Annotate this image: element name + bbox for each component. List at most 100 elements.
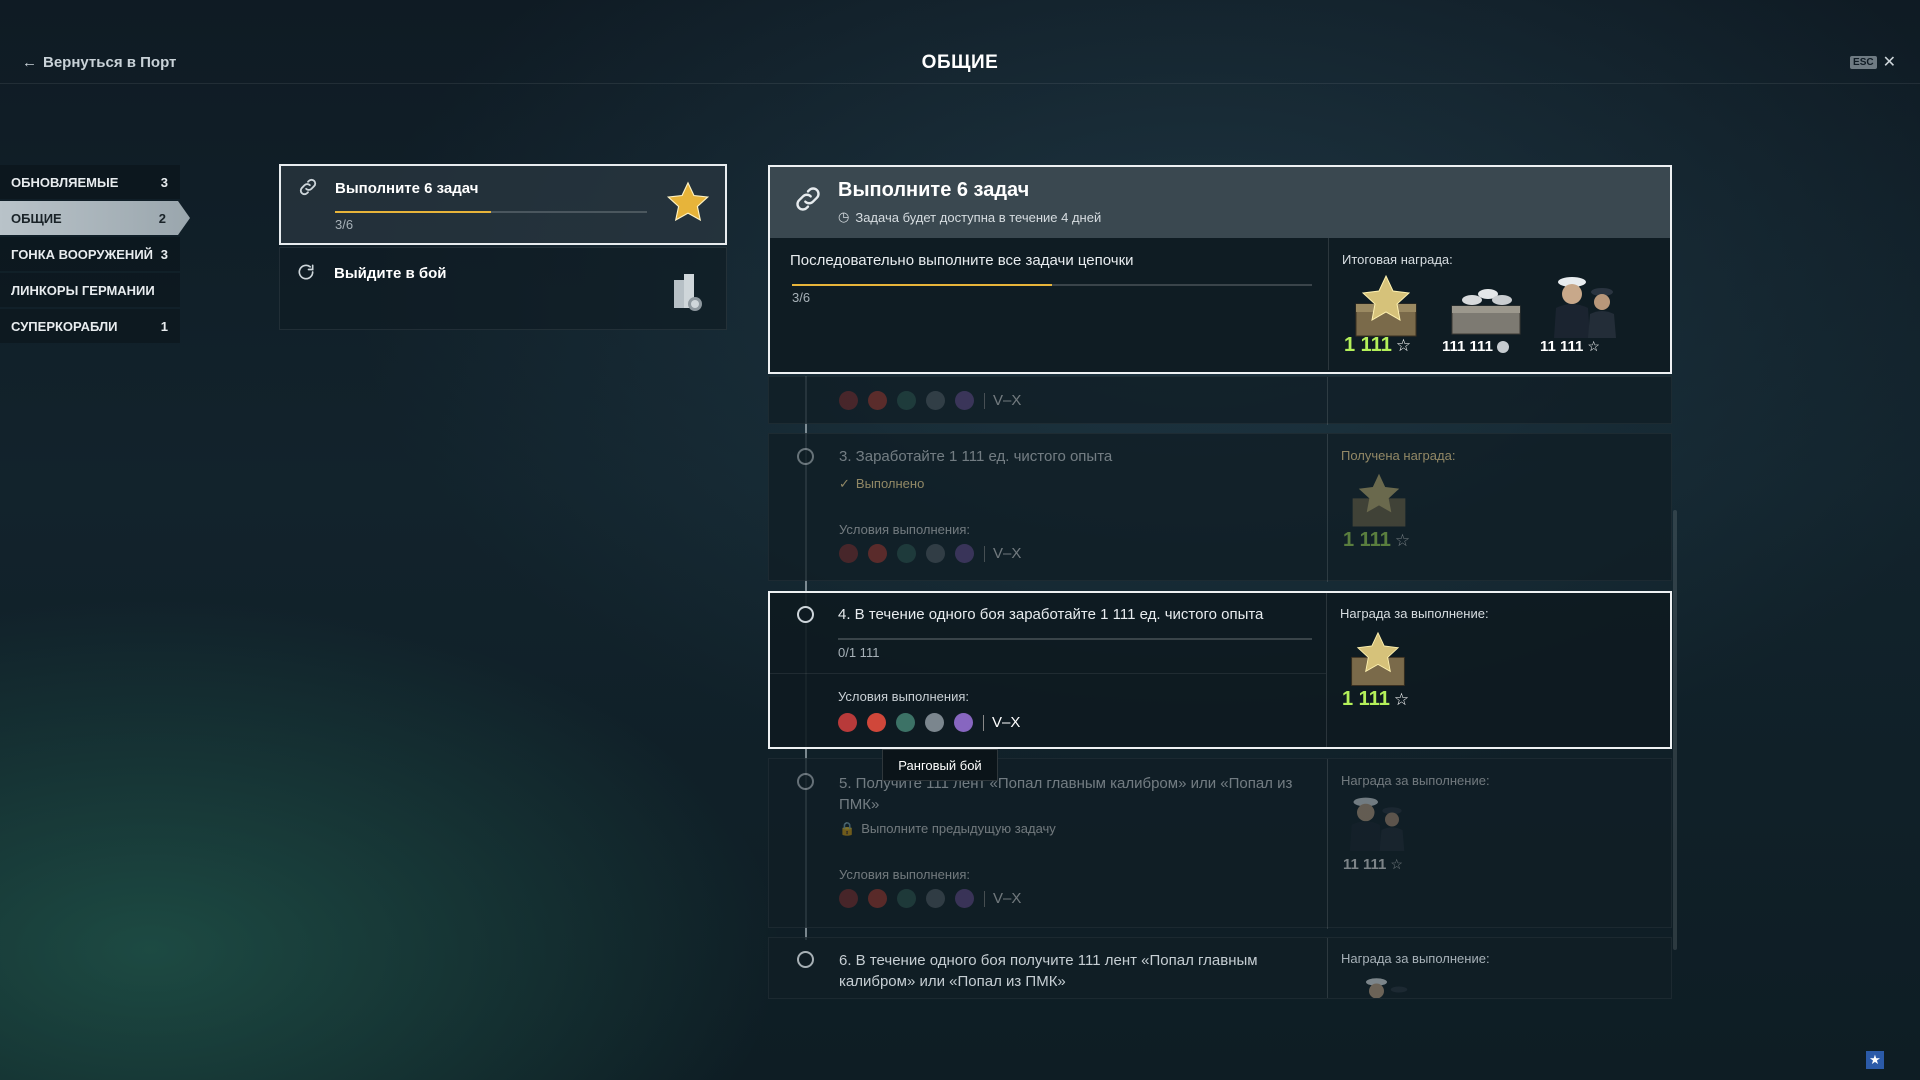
commander-xp-icon: ☆ [1587,338,1600,354]
nation-icon [926,889,945,908]
nation-icon[interactable] [954,713,973,732]
task-conditions: V–X [839,391,1021,410]
nation-icon [897,889,916,908]
tier-range: V–X [993,545,1022,562]
nation-icon [926,544,945,563]
task-progress-text: 0/1 111 [838,645,880,660]
sidebar-item-label: ОБНОВЛЯЕМЫЕ [11,174,119,190]
battle-card[interactable]: Выйдите в бой [279,247,727,330]
sidebar-item-superships[interactable]: СУПЕРКОРАБЛИ 1 [0,309,180,343]
task-title: 4. В течение одного боя заработайте 1 11… [838,606,1264,623]
chain-link-icon [297,176,319,203]
ranked-battle-icon[interactable] [925,713,944,732]
detail-title: Выполните 6 задач [838,179,1030,201]
sidebar-item-german-battleships[interactable]: ЛИНКОРЫ ГЕРМАНИИ [0,273,180,307]
sidebar: ОБНОВЛЯЕМЫЕ 3 ОБЩИЕ 2 ГОНКА ВООРУЖЕНИЙ 3… [0,165,190,345]
nation-icon[interactable] [838,713,857,732]
task-status-circle [797,448,814,465]
sidebar-item-general[interactable]: ОБЩИЕ 2 [0,201,190,235]
detail-subtitle: Задача будет доступна в течение 4 дней [855,209,1102,225]
reward-star-container[interactable]: 1 111 ☆ [1344,274,1434,366]
chain-link-icon [792,183,824,220]
task-status: Выполнено [855,476,925,491]
task-item-3[interactable]: 3. Заработайте 1 111 ед. чистого опыта ✓… [768,433,1672,582]
conditions-label: Условия выполнения: [838,689,969,704]
task-conditions: V–X [838,713,1020,732]
task-conditions: V–X [839,889,1021,908]
reward-label: Получена награда: [1341,448,1456,463]
lock-icon: 🔒 [839,821,856,836]
commanders-icon [1554,277,1616,338]
nation-icon [955,544,974,563]
close-icon: ✕ [1882,54,1896,71]
detail-progress-fill [792,284,1052,286]
reward-silver[interactable]: 111 111 [1442,274,1532,366]
silver-container-icon [1451,289,1521,335]
sidebar-item-arms-race[interactable]: ГОНКА ВООРУЖЕНИЙ 3 [0,237,180,271]
sidebar-item-updatable[interactable]: ОБНОВЛЯЕМЫЕ 3 [0,165,180,199]
nation-icon [868,544,887,563]
task-item-2[interactable]: V–X [768,376,1672,425]
reward-label: Награда за выполнение: [1340,606,1489,621]
clock-icon: ◷ [838,209,850,224]
sidebar-item-count: 3 [160,174,168,190]
star-container-icon [1355,274,1417,337]
conditions-label: Условия выполнения: [839,522,970,537]
task-status-circle [797,951,814,968]
task-status-circle [797,773,814,790]
final-reward-label: Итоговая награда: [1342,252,1453,267]
sidebar-item-label: ЛИНКОРЫ ГЕРМАНИИ [11,282,155,298]
close-button[interactable]: ESC ✕ [1850,52,1896,72]
star-container-icon [1352,473,1406,527]
task-title: 3. Заработайте 1 111 ед. чистого опыта [839,448,1113,465]
task-item-6[interactable]: 6. В течение одного боя получите 111 лен… [768,937,1672,999]
star-container-icon [1351,631,1405,686]
nation-icon [839,391,858,410]
star-outline-icon: ☆ [1395,335,1412,355]
silver-coin-icon [1496,340,1509,353]
task-item-4[interactable]: 4. В течение одного боя заработайте 1 11… [768,591,1672,749]
tier-range: V–X [993,890,1022,907]
nation-icon[interactable] [896,713,915,732]
reward-value: 1 111 [1342,688,1390,710]
task-reward[interactable]: 1 111 ☆ [1343,472,1415,552]
reward-value: 111 111 [1442,338,1493,355]
reward-value: 1 111 [1343,529,1391,551]
detail-header: Выполните 6 задач ◷ Задача будет доступн… [768,165,1672,238]
page-title: ОБЩИЕ [921,52,999,73]
commander-xp-icon: ☆ [1390,856,1403,872]
esc-badge: ESC [1850,55,1877,69]
nation-icon[interactable] [867,713,886,732]
chain-card-progress-fill [335,211,491,213]
battle-card-title: Выйдите в бой [334,265,447,282]
task-status: Выполните предыдущую задачу [861,821,1056,836]
detail-body: Последовательно выполните все задачи цеп… [768,238,1672,374]
task-progress-track [838,638,1312,640]
chain-card-progress-text: 3/6 [335,217,354,232]
chain-card[interactable]: Выполните 6 задач 3/6 [279,164,727,245]
task-reward[interactable]: 1 111 ☆ [1342,631,1414,711]
notification-star-icon[interactable]: ★ [1866,1051,1884,1069]
task-title: 6. В течение одного боя получите 111 лен… [839,952,1258,990]
star-outline-icon: ☆ [1393,689,1410,709]
sidebar-item-count: 3 [160,246,168,262]
reward-commanders[interactable]: 11 111 ☆ [1540,274,1640,366]
nation-icon [926,391,945,410]
star-outline-icon: ☆ [1394,530,1411,550]
sidebar-item-label: СУПЕРКОРАБЛИ [11,318,118,334]
reward-value: 1 111 [1344,334,1392,356]
task-list-scrollbar[interactable] [1673,510,1677,950]
task-status-circle [797,606,814,623]
task-reward[interactable]: 11 111 ☆ [1343,795,1413,873]
tier-range: V–X [993,392,1022,409]
coin-stack-icon [670,272,704,317]
nation-icon [955,391,974,410]
task-conditions: V–X [839,544,1021,563]
sidebar-item-count: 2 [158,210,166,226]
sidebar-item-count: 1 [160,318,168,334]
detail-progress-text: 3/6 [792,290,811,305]
chain-card-title: Выполните 6 задач [335,180,479,197]
nation-icon [839,889,858,908]
task-item-5[interactable]: 5. Получите 111 лент «Попал главным кали… [768,758,1672,929]
nation-icon [897,391,916,410]
